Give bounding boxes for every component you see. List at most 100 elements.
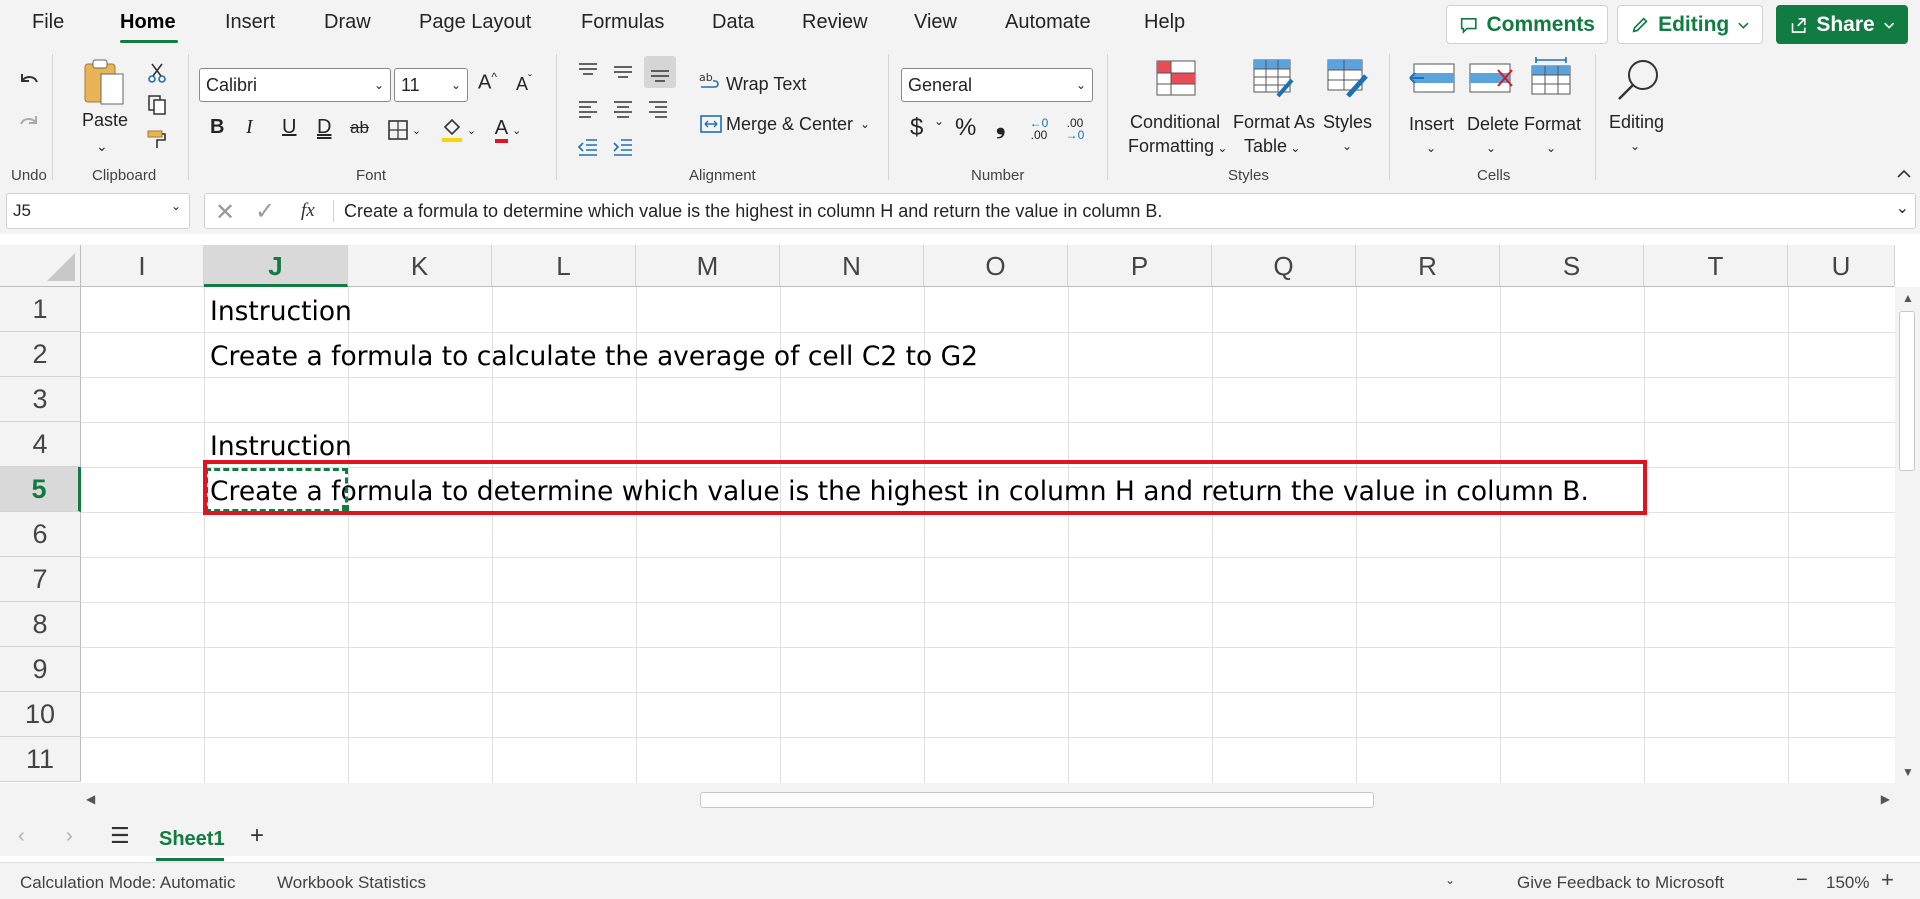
chevron-down-icon[interactable]: ⌄ <box>1486 136 1496 160</box>
next-sheet-icon[interactable]: › <box>66 825 73 848</box>
prev-sheet-icon[interactable]: ‹ <box>18 825 25 848</box>
editing-button[interactable]: Editing <box>1609 110 1664 134</box>
collapse-ribbon-button[interactable] <box>1894 164 1914 184</box>
confirm-formula-icon[interactable]: ✓ <box>255 197 275 226</box>
grow-font-button[interactable]: A^ <box>478 70 497 95</box>
menu-formulas[interactable]: Formulas <box>581 11 664 34</box>
chevron-down-icon[interactable]: ⌄ <box>1630 134 1640 158</box>
row-header-1[interactable]: 1 <box>0 287 81 332</box>
column-header-Q[interactable]: Q <box>1212 245 1356 287</box>
format-as-table-button[interactable]: Format As <box>1233 110 1315 134</box>
menu-insert[interactable]: Insert <box>225 11 275 34</box>
chevron-down-icon[interactable]: ⌄ <box>1342 134 1352 158</box>
cancel-formula-icon[interactable]: ✕ <box>215 198 235 227</box>
delete-cells-button[interactable]: Delete <box>1467 112 1519 136</box>
borders-button[interactable]: ⌄ <box>384 116 424 144</box>
align-center-button[interactable] <box>609 96 637 122</box>
column-header-O[interactable]: O <box>924 245 1068 287</box>
align-top-button[interactable] <box>574 58 602 84</box>
currency-button[interactable]: $ <box>910 114 923 142</box>
redo-button[interactable] <box>14 110 44 140</box>
vertical-scroll-thumb[interactable] <box>1899 311 1915 471</box>
insert-cells-button[interactable]: Insert <box>1409 112 1454 136</box>
column-header-S[interactable]: S <box>1500 245 1644 287</box>
number-format-combo[interactable]: General ⌄ <box>901 68 1093 102</box>
shrink-font-button[interactable]: Aˇ <box>516 72 532 95</box>
horizontal-scrollbar[interactable]: ◀ ▶ <box>82 790 1894 810</box>
chevron-down-icon[interactable]: ⌄ <box>1426 136 1436 160</box>
cell-J2[interactable]: Create a formula to calculate the averag… <box>210 334 978 379</box>
feedback-link[interactable]: Give Feedback to Microsoft <box>1517 873 1724 893</box>
column-header-J[interactable]: J <box>204 245 348 287</box>
scroll-right-icon[interactable]: ▶ <box>1881 792 1890 806</box>
font-size-combo[interactable]: 11 ⌄ <box>394 68 468 102</box>
comments-button[interactable]: Comments <box>1446 5 1608 44</box>
row-header-9[interactable]: 9 <box>0 647 81 692</box>
cut-button[interactable] <box>144 60 170 86</box>
comma-style-button[interactable]: ❟ <box>996 112 1005 140</box>
editing-mode-button[interactable]: Editing <box>1617 5 1763 44</box>
select-all-button[interactable] <box>0 245 81 287</box>
column-header-P[interactable]: P <box>1068 245 1212 287</box>
scroll-up-icon[interactable]: ▲ <box>1902 291 1914 305</box>
bold-button[interactable]: B <box>210 116 224 139</box>
menu-view[interactable]: View <box>914 11 957 34</box>
zoom-level[interactable]: 150% <box>1826 873 1869 893</box>
chevron-down-icon[interactable]: ⌄ <box>860 112 870 136</box>
row-header-5[interactable]: 5 <box>0 467 81 512</box>
format-painter-button[interactable] <box>144 126 170 152</box>
wrap-text-button[interactable]: Wrap Text <box>726 72 806 96</box>
menu-page-layout[interactable]: Page Layout <box>419 11 531 34</box>
conditional-formatting-button[interactable]: Conditional <box>1130 110 1220 134</box>
row-header-11[interactable]: 11 <box>0 737 81 782</box>
align-left-button[interactable] <box>574 96 602 122</box>
column-header-M[interactable]: M <box>636 245 780 287</box>
row-header-2[interactable]: 2 <box>0 332 81 377</box>
font-name-combo[interactable]: Calibri ⌄ <box>199 68 391 102</box>
column-header-T[interactable]: T <box>1644 245 1788 287</box>
insert-function-button[interactable]: fx <box>301 200 315 222</box>
row-header-6[interactable]: 6 <box>0 512 81 557</box>
horizontal-scroll-thumb[interactable] <box>700 792 1374 808</box>
workbook-statistics[interactable]: Workbook Statistics <box>277 873 426 893</box>
underline-button[interactable]: U <box>282 116 296 139</box>
increase-indent-button[interactable] <box>609 134 637 160</box>
row-header-4[interactable]: 4 <box>0 422 81 467</box>
scroll-down-icon[interactable]: ▼ <box>1902 765 1914 779</box>
calculation-mode[interactable]: Calculation Mode: Automatic <box>20 873 235 893</box>
zoom-in-icon[interactable]: + <box>1881 867 1894 893</box>
menu-data[interactable]: Data <box>712 11 754 34</box>
column-header-I[interactable]: I <box>81 245 204 287</box>
paste-button[interactable] <box>80 56 128 110</box>
menu-review[interactable]: Review <box>802 11 868 34</box>
align-middle-button[interactable] <box>609 58 637 84</box>
share-button[interactable]: Share <box>1776 5 1908 44</box>
chevron-down-icon[interactable]: ⌄ <box>934 114 944 128</box>
zoom-out-icon[interactable]: − <box>1796 869 1808 892</box>
menu-draw[interactable]: Draw <box>324 11 371 34</box>
row-header-10[interactable]: 10 <box>0 692 81 737</box>
percent-button[interactable]: % <box>955 114 976 142</box>
increase-decimal-button[interactable]: ←0.00 <box>1024 114 1054 144</box>
strikethrough-button[interactable]: ab <box>350 118 369 138</box>
menu-automate[interactable]: Automate <box>1005 11 1091 34</box>
menu-file[interactable]: File <box>32 11 64 34</box>
column-header-N[interactable]: N <box>780 245 924 287</box>
vertical-scrollbar[interactable]: ▲ ▼ <box>1895 287 1920 783</box>
fill-color-button[interactable]: ⌄ <box>436 114 480 146</box>
decrease-indent-button[interactable] <box>574 134 602 160</box>
row-header-7[interactable]: 7 <box>0 557 81 602</box>
column-header-R[interactable]: R <box>1356 245 1500 287</box>
menu-help[interactable]: Help <box>1144 11 1185 34</box>
undo-button[interactable] <box>14 68 44 98</box>
add-sheet-icon[interactable]: + <box>250 822 264 850</box>
sheet-tab-sheet1[interactable]: Sheet1 <box>159 828 225 851</box>
align-bottom-button[interactable] <box>644 56 676 88</box>
cell-J1[interactable]: Instruction <box>210 289 352 334</box>
row-header-8[interactable]: 8 <box>0 602 81 647</box>
font-color-button[interactable]: A ⌄ <box>488 114 528 146</box>
scroll-left-icon[interactable]: ◀ <box>86 792 95 806</box>
italic-button[interactable]: I <box>246 116 253 139</box>
format-cells-button[interactable]: Format <box>1524 112 1581 136</box>
expand-formula-bar-icon[interactable]: ⌄ <box>1896 198 1909 218</box>
